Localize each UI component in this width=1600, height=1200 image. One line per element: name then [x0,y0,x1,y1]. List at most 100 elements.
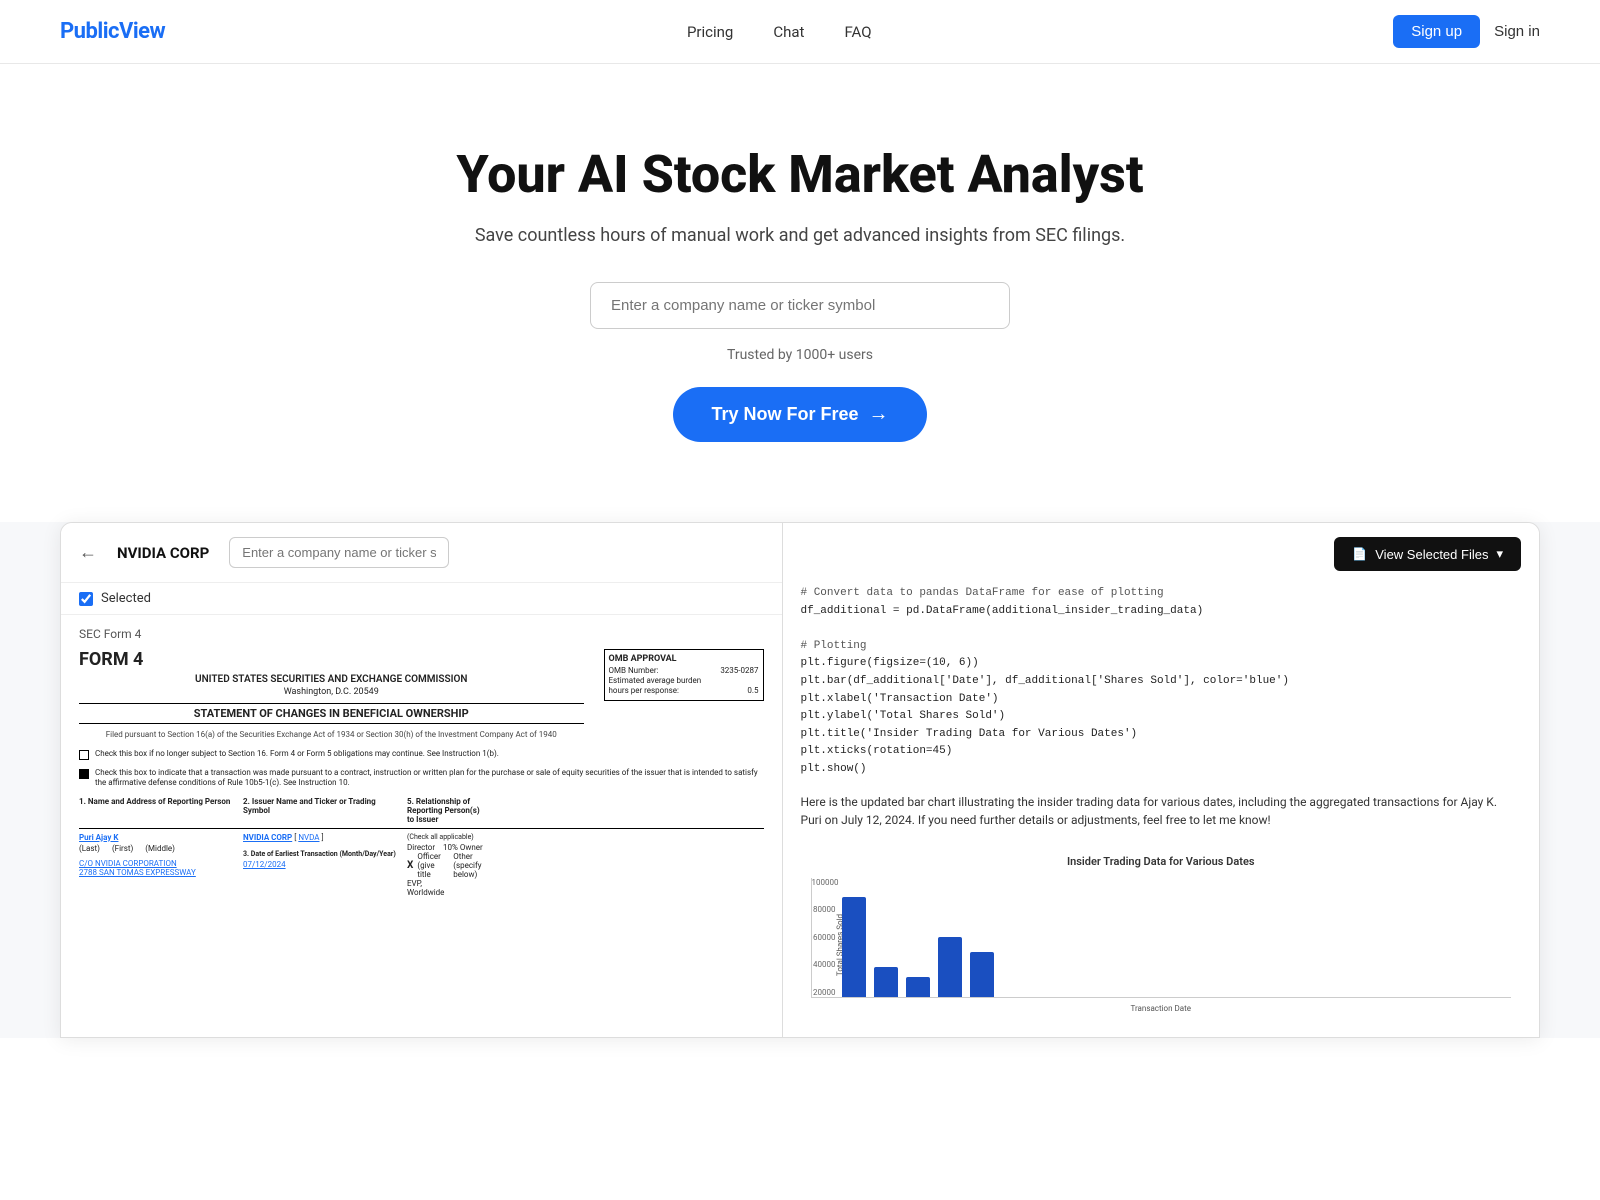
nav-link-chat[interactable]: Chat [773,23,804,41]
rel-check-label: (Check all applicable) [407,833,487,841]
form4-data-row: Puri Ajay K (Last) (First) (Middle) C/O … [79,833,764,897]
col2-header: 2. Issuer Name and Ticker or Trading Sym… [243,797,403,824]
form4-omb-box: OMB APPROVAL OMB Number: 3235-0287 Estim… [604,649,764,739]
form4-checkbox2-row: Check this box to indicate that a transa… [79,768,764,789]
issuer-name[interactable]: NVIDIA CORP [243,833,292,842]
person-info: Puri Ajay K (Last) (First) (Middle) C/O … [79,833,239,897]
file-icon: 📄 [1352,547,1367,561]
chart-title: Insider Trading Data for Various Dates [811,855,1512,868]
person-name-row: (Last) (First) (Middle) [79,844,239,853]
navigation: PublicView Pricing Chat FAQ Sign up Sign… [0,0,1600,64]
y-label-4: 20000 [812,988,836,997]
checkbox2-text: Check this box to indicate that a transa… [95,768,764,789]
col1-header: 1. Name and Address of Reporting Person [79,797,239,824]
person-address: C/O NVIDIA CORPORATION 2788 SAN TOMAS EX… [79,859,239,877]
y-label-2: 60000 [812,933,836,942]
left-panel-header: ← NVIDIA CORP [61,523,782,583]
hero-search-wrap [590,282,1010,329]
form4-table-header: 1. Name and Address of Reporting Person … [79,797,764,829]
view-files-label: View Selected Files [1375,547,1488,562]
hero-trust-text: Trusted by 1000+ users [20,347,1580,363]
sec-form-title: SEC Form 4 [79,627,764,641]
signup-button[interactable]: Sign up [1393,15,1480,48]
omb-number-label: OMB Number: [609,666,659,675]
code-line-0: # Convert data to pandas DataFrame for e… [801,585,1522,603]
hero-section: Your AI Stock Market Analyst Save countl… [0,64,1600,502]
y-axis-labels: 100000 80000 60000 40000 20000 [812,878,840,997]
right-panel: 📄 View Selected Files ▾ # Convert data t… [783,523,1540,1037]
narrative-text: Here is the updated bar chart illustrati… [801,793,1522,829]
role-title: EVP, Worldwide [407,879,487,897]
form4-left: FORM 4 UNITED STATES SECURITIES AND EXCH… [79,649,584,739]
code-line-9: plt.xticks(rotation=45) [801,743,1522,761]
selected-row: Selected [61,583,782,615]
nav-link-pricing[interactable]: Pricing [687,23,733,41]
code-line-3: # Plotting [801,638,1522,656]
form4-agency: UNITED STATES SECURITIES AND EXCHANGE CO… [79,674,584,685]
relationship-info: (Check all applicable) Director 10% Owne… [407,833,487,897]
nav-links: Pricing Chat FAQ [687,22,872,41]
date-section: 3. Date of Earliest Transaction (Month/D… [243,850,403,869]
selected-label: Selected [101,591,151,606]
preview-container: ← NVIDIA CORP Selected SEC Form 4 FORM 4… [60,522,1540,1038]
code-line-6: plt.xlabel('Transaction Date') [801,691,1522,709]
person-first: (First) [112,844,133,853]
cta-button[interactable]: Try Now For Free → [673,387,926,442]
hero-search-input[interactable] [590,282,1010,329]
x-axis-label: Transaction Date [811,1004,1512,1013]
form4-filed-text: Filed pursuant to Section 16(a) of the S… [79,730,584,739]
selected-checkbox[interactable] [79,592,93,606]
nav-link-faq[interactable]: FAQ [844,23,871,41]
date-label: 3. Date of Earliest Transaction (Month/D… [243,850,403,858]
code-block: # Convert data to pandas DataFrame for e… [801,585,1522,779]
chart-wrap: Total Shares Sold 100000 80000 60000 400… [811,878,1512,1013]
bar-3 [938,937,962,997]
back-button[interactable]: ← [79,542,97,563]
col3-header: 5. Relationship of Reporting Person(s) t… [407,797,487,824]
view-files-button[interactable]: 📄 View Selected Files ▾ [1334,537,1521,571]
code-line-5: plt.bar(df_additional['Date'], df_additi… [801,673,1522,691]
checkbox1-box [79,750,89,760]
y-label-3: 40000 [812,960,836,969]
view-files-chevron-icon: ▾ [1496,546,1503,562]
person-last: (Last) [79,844,100,853]
x-marker: X [407,860,413,871]
omb-hours-val: 0.5 [747,686,758,695]
bar-4 [970,952,994,997]
hero-subtitle: Save countless hours of manual work and … [20,225,1580,246]
chart-container: Insider Trading Data for Various Dates T… [801,845,1522,1023]
person-name[interactable]: Puri Ajay K [79,833,239,842]
address2: 2788 SAN TOMAS EXPRESSWAY [79,868,239,877]
cta-arrow-icon: → [869,403,889,426]
rel-director: Director 10% Owner [407,843,487,852]
code-line-10: plt.show() [801,761,1522,779]
form4-checkbox1-row: Check this box if no longer subject to S… [79,749,764,760]
company-search-input[interactable] [229,537,449,568]
preview-section: ← NVIDIA CORP Selected SEC Form 4 FORM 4… [0,522,1600,1038]
omb-burden-label: Estimated average burden [609,676,702,685]
date-value: 07/12/2024 [243,860,403,869]
y-label-1: 80000 [812,905,836,914]
rel-officer-row: X Officer (give title Other (specify bel… [407,852,487,879]
bar-0 [842,897,866,997]
form4-city: Washington, D.C. 20549 [79,687,584,697]
company-name-label: NVIDIA CORP [117,544,209,562]
omb-title: OMB APPROVAL [609,654,759,664]
nav-actions: Sign up Sign in [1393,15,1540,48]
issuer-ticker[interactable]: NVDA [298,833,319,842]
omb-number-val: 3235-0287 [720,666,758,675]
signin-button[interactable]: Sign in [1494,23,1540,40]
code-line-1: df_additional = pd.DataFrame(additional_… [801,603,1522,621]
right-panel-top: 📄 View Selected Files ▾ [801,537,1522,571]
bar-1 [874,967,898,997]
cta-label: Try Now For Free [711,404,858,425]
address1: C/O NVIDIA CORPORATION [79,859,239,868]
code-line-8: plt.title('Insider Trading Data for Vari… [801,726,1522,744]
form4-statement: STATEMENT OF CHANGES IN BENEFICIAL OWNER… [79,703,584,724]
chart-area: 100000 80000 60000 40000 20000 [811,878,1512,998]
code-line-4: plt.figure(figsize=(10, 6)) [801,655,1522,673]
issuer-info: NVIDIA CORP [ NVDA ] 3. Date of Earliest… [243,833,403,897]
logo: PublicView [60,19,165,44]
checkbox1-text: Check this box if no longer subject to S… [95,749,499,759]
checkbox2-box [79,769,89,779]
